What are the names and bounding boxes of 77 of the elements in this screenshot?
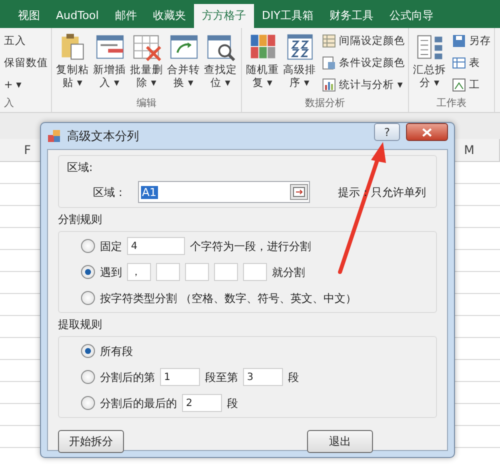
ribbon-tab[interactable]: 公式向导 <box>381 4 442 28</box>
ribbon-button[interactable]: 条件设定颜色 <box>322 54 405 72</box>
ribbon-tab[interactable]: 视图 <box>10 4 48 28</box>
ribbon-tab[interactable]: DIY工具箱 <box>254 4 322 28</box>
text-field[interactable]: 1 <box>160 368 200 386</box>
ribbon-button[interactable]: 复制粘 贴 ▾ <box>55 32 90 96</box>
radio-button[interactable] <box>81 344 95 358</box>
group-label: 入 <box>4 96 15 111</box>
ribbon-button[interactable]: 随机重 复 ▾ <box>245 32 280 96</box>
sort-icon <box>284 32 314 62</box>
radio-button[interactable] <box>81 396 95 410</box>
delimiter-field[interactable]: ， <box>127 263 151 281</box>
ribbon-tab[interactable]: 邮件 <box>106 4 145 28</box>
document-icon <box>322 56 336 70</box>
text-field[interactable]: 4 <box>127 237 185 255</box>
hint-text: 提示：只允许单列 <box>338 184 426 200</box>
option-text: 个字符为一段，进行分割 <box>190 238 311 254</box>
radio-button[interactable] <box>81 370 95 384</box>
section-title: 区域: <box>67 160 94 175</box>
close-icon <box>422 128 432 136</box>
window-title: 高级文本分列 <box>67 128 140 144</box>
delimiter-field[interactable] <box>185 263 209 281</box>
option-text: 段 <box>227 396 238 410</box>
worksheet-icon <box>452 78 466 92</box>
field-label: 区域： <box>93 184 126 200</box>
option-label: 所有段 <box>100 344 133 358</box>
ribbon-button[interactable]: + ▾ <box>4 76 48 94</box>
option-text: 就分割 <box>272 264 305 280</box>
ribbon-tab[interactable]: AudTool <box>48 4 107 28</box>
table-icon <box>452 56 466 70</box>
option-label: 遇到 <box>100 264 122 280</box>
range-field[interactable]: A1 <box>138 181 310 203</box>
radio-button[interactable] <box>81 265 95 279</box>
range-picker-button[interactable] <box>290 184 308 200</box>
delimiter-field[interactable] <box>156 263 180 281</box>
ribbon-button[interactable]: 查找定 位 ▾ <box>203 32 238 96</box>
section-title: 分割规则 <box>58 212 103 227</box>
group-label: 编辑 <box>136 96 158 111</box>
ribbon-button[interactable]: 另存 <box>452 32 491 50</box>
dialog-button[interactable]: 开始拆分 <box>58 430 124 453</box>
ribbon-button[interactable]: 五入 <box>4 32 48 50</box>
dialog-button[interactable]: 退出 <box>307 430 373 453</box>
option-label: 分割后的第 <box>100 370 155 384</box>
ribbon-button[interactable]: 间隔设定颜色 <box>322 32 405 50</box>
text-field[interactable]: 3 <box>243 368 283 386</box>
grid-icon <box>322 34 336 48</box>
app-icon <box>47 129 61 143</box>
option-label: 按字符类型分割 （空格、数字、符号、英文、中文） <box>100 290 356 306</box>
text-field[interactable]: 2 <box>182 394 222 412</box>
delimiter-field[interactable] <box>214 263 238 281</box>
radio-button[interactable] <box>81 291 95 305</box>
option-text: 段 <box>288 370 299 384</box>
ribbon-tab[interactable]: 收藏夹 <box>144 4 194 28</box>
ribbon-button[interactable]: 高级排 序 ▾ <box>282 32 317 96</box>
ribbon-button[interactable]: 保留数值 <box>4 54 48 72</box>
save-icon <box>452 34 466 48</box>
ribbon-button[interactable]: 新增插 入 ▾ <box>92 32 127 96</box>
ribbon-button[interactable]: 批量删 除 ▾ <box>129 32 164 96</box>
option-text: 段至第 <box>205 370 238 384</box>
radio-button[interactable] <box>81 239 95 253</box>
group-label: 工作表 <box>436 96 468 111</box>
delimiter-field[interactable] <box>243 263 267 281</box>
option-label: 分割后的最后的 <box>100 396 177 410</box>
option-label: 固定 <box>100 238 122 254</box>
help-button[interactable]: ? <box>374 123 400 141</box>
ribbon-button[interactable]: 表 <box>452 54 491 72</box>
range-select-icon <box>293 187 305 197</box>
ribbon-tab[interactable]: 财务工具 <box>321 4 382 28</box>
group-label: 数据分析 <box>304 96 346 111</box>
ribbon-button[interactable]: 统计与分析 ▾ <box>322 76 405 94</box>
close-button[interactable] <box>406 123 448 141</box>
section-title: 提取规则 <box>58 317 103 332</box>
ribbon-button[interactable]: 工 <box>452 76 491 94</box>
ribbon-button[interactable]: 合并转 换 ▾ <box>166 32 201 96</box>
ribbon-button[interactable]: 汇总拆 分 ▾ <box>412 32 447 96</box>
ribbon-tab[interactable]: 方方格子 <box>194 4 254 28</box>
chart-icon <box>322 78 336 92</box>
